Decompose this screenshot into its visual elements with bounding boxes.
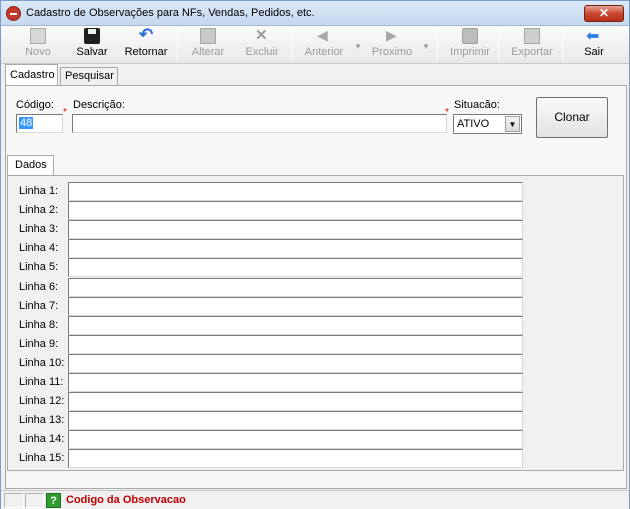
line-input[interactable] [68,316,523,335]
status-cell [25,493,44,508]
sair-button[interactable]: Sair [581,26,607,62]
toolbar: Novo Salvar Retornar Alterar Excluir Ant… [1,25,629,64]
line-label: Linha 1: [19,185,59,197]
salvar-button[interactable]: Salvar [74,28,110,62]
imprimir-label: Imprimir [450,46,490,58]
exportar-button[interactable]: Exportar [510,28,554,62]
imprimir-button[interactable]: Imprimir [450,28,490,62]
line-label: Linha 2: [19,204,59,216]
status-text: Codigo da Observacao [66,494,186,506]
chevron-down-icon[interactable]: ▼ [505,116,520,132]
line-input[interactable] [68,392,523,411]
line-input[interactable] [68,220,523,239]
anterior-button[interactable]: Anterior [303,27,345,62]
line-input[interactable] [68,278,523,297]
new-document-icon [30,28,46,44]
delete-icon [254,26,270,44]
app-icon [6,6,21,21]
situacao-required-mark: * [445,107,449,118]
line-label: Linha 4: [19,242,59,254]
window-title: Cadastro de Observações para NFs, Vendas… [26,7,315,19]
edit-icon [200,28,216,44]
anterior-dropdown-arrow[interactable]: ▼ [354,42,362,51]
codigo-label: Código: [16,99,54,111]
line-label: Linha 12: [19,395,65,407]
line-input[interactable] [68,239,523,258]
status-bar: ? Codigo da Observacao [1,490,629,509]
status-cell [4,493,24,508]
situacao-select[interactable]: ATIVO ▼ [453,114,522,134]
novo-label: Novo [25,46,51,58]
export-icon [524,28,540,44]
help-icon: ? [46,493,61,508]
line-label: Linha 6: [19,281,59,293]
sair-label: Sair [584,46,604,58]
line-input[interactable] [68,297,523,316]
toolbar-separator [498,30,499,60]
line-label: Linha 3: [19,223,59,235]
toolbar-separator [437,30,438,60]
line-label: Linha 15: [19,452,65,464]
anterior-label: Anterior [304,46,344,58]
line-input[interactable] [68,201,523,220]
arrow-left-icon [316,27,332,44]
alterar-label: Alterar [191,46,225,58]
tab-cadastro[interactable]: Cadastro [5,64,58,85]
line-input[interactable] [68,335,523,354]
descricao-label: Descrição: [73,99,125,111]
toolbar-separator [177,30,178,60]
toolbar-separator [562,30,563,60]
proximo-dropdown-arrow[interactable]: ▼ [422,42,430,51]
line-label: Linha 9: [19,338,59,350]
line-input[interactable] [68,411,523,430]
codigo-value: 48 [19,117,34,129]
line-input[interactable] [68,182,523,201]
retornar-button[interactable]: Retornar [123,25,169,62]
line-input[interactable] [68,354,523,373]
retornar-label: Retornar [124,46,168,58]
line-input[interactable] [68,449,523,468]
line-label: Linha 8: [19,319,59,331]
descricao-input[interactable] [72,114,447,133]
undo-icon [138,25,154,45]
main-window: Cadastro de Observações para NFs, Vendas… [0,0,630,509]
line-label: Linha 11: [19,376,64,388]
tab-dados[interactable]: Dados [7,155,54,176]
exportar-label: Exportar [511,46,553,58]
tab-pesquisar[interactable]: Pesquisar [60,67,118,85]
salvar-label: Salvar [76,46,108,58]
line-label: Linha 13: [19,414,65,426]
arrow-right-icon [384,27,400,44]
line-input[interactable] [68,258,523,277]
codigo-input[interactable]: 48 [16,114,63,133]
toolbar-separator [291,30,292,60]
clonar-button[interactable]: Clonar [536,97,608,138]
codigo-required-mark: * [63,107,67,118]
proximo-label: Proximo [371,46,413,58]
line-input[interactable] [68,430,523,449]
line-input[interactable] [68,373,523,392]
alterar-button[interactable]: Alterar [190,28,226,62]
title-bar: Cadastro de Observações para NFs, Vendas… [1,1,629,26]
exit-arrow-icon [586,26,602,46]
novo-button[interactable]: Novo [23,28,53,62]
line-label: Linha 14: [19,433,65,445]
excluir-label: Excluir [245,46,279,58]
situacao-value: ATIVO [457,118,490,130]
line-label: Linha 7: [19,300,59,312]
printer-icon [462,28,478,44]
line-label: Linha 5: [19,261,59,273]
excluir-button[interactable]: Excluir [244,26,280,62]
save-icon [84,28,100,44]
situacao-label: Situacão: [454,99,500,111]
proximo-button[interactable]: Proximo [371,27,413,62]
line-label: Linha 10: [19,357,65,369]
close-button[interactable]: ✕ [584,5,624,22]
